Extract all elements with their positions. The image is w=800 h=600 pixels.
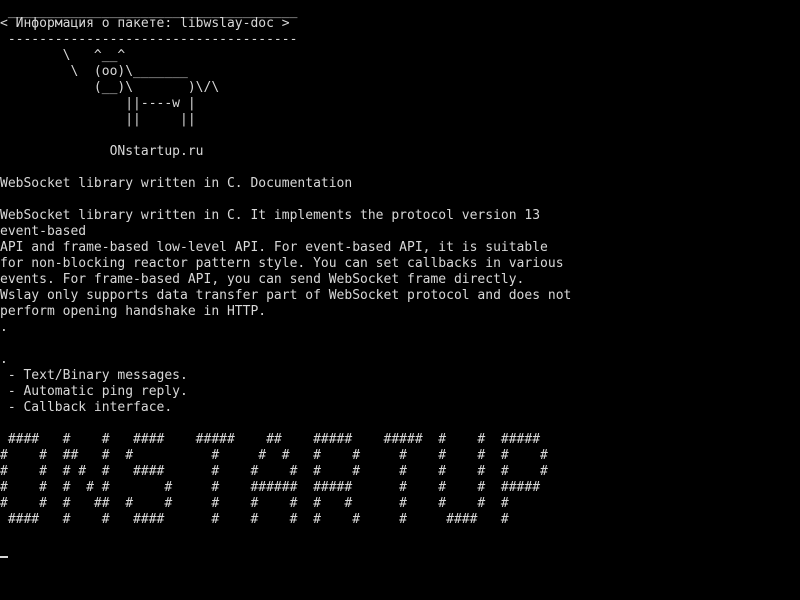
cow-art-line-2: \ (oo)\_______ [0,64,188,79]
site-label: ONstartup.ru [0,144,204,159]
ascii-art-line: # # ## # # # # # # # # # # # # [0,448,548,463]
package-summary: WebSocket library written in C. Document… [0,176,353,191]
ascii-art-line: #### # # #### ##### ## ##### ##### # # #… [0,432,541,447]
description-line: . [0,320,8,335]
ascii-art-line: # # # ## # # # # # # # # # # # [0,496,509,511]
description-line: Wslay only supports data transfer part o… [0,288,572,303]
ascii-art-line: # # # # # # # ###### ##### # # # ##### [0,480,541,495]
terminal-screen[interactable]: _____________________________________ < … [0,0,800,600]
description-line: events. For frame-based API, you can sen… [0,272,525,287]
feature-line: - Callback interface. [0,400,173,415]
cow-art-line-1: \ ^__^ [0,48,126,63]
feature-line: - Automatic ping reply. [0,384,188,399]
feature-line: . [0,352,8,367]
cow-art-line-3: (__)\ )\/\ [0,80,220,95]
cow-art-line-5: || || [0,112,196,127]
description-line: API and frame-based low-level API. For e… [0,240,548,255]
description-line: perform opening handshake in HTTP. [0,304,267,319]
ascii-art-line: # # # # # #### # # # # # # # # # # [0,464,548,479]
description-line: for non-blocking reactor pattern style. … [0,256,564,271]
ascii-art-line: #### # # #### # # # # # # #### # [0,512,509,527]
cow-art-line-4: ||----w | [0,96,196,111]
banner-rule-bottom: ------------------------------------- [0,32,298,47]
feature-line: - Text/Binary messages. [0,368,188,383]
banner-title: < Информация о пакете: libwslay-doc > [0,16,290,31]
description-line: WebSocket library written in C. It imple… [0,208,541,223]
description-line: event-based [0,224,87,239]
text-cursor [0,556,8,558]
